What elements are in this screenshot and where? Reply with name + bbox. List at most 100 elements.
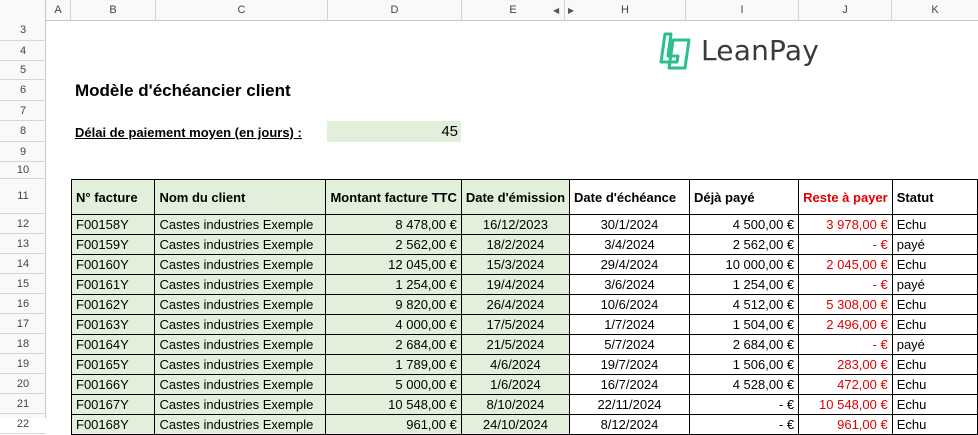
column-header-j[interactable]: J — [799, 0, 892, 20]
cell-date-echeance[interactable]: 22/11/2024 — [569, 394, 690, 415]
header-date-echeance[interactable]: Date d'échéance — [569, 179, 690, 215]
cell-reste-a-payer[interactable]: 472,00 € — [798, 374, 893, 395]
row-header[interactable]: 14 — [0, 254, 46, 274]
cell-montant[interactable]: 12 045,00 € — [325, 254, 462, 275]
delai-label[interactable]: Délai de paiement moyen (en jours) : — [75, 125, 302, 140]
cell-date-emission[interactable]: 4/6/2024 — [460, 354, 571, 375]
column-header-d[interactable]: D — [328, 0, 462, 20]
cell-statut[interactable]: Echu — [891, 374, 978, 395]
row-header[interactable]: 16 — [0, 294, 46, 314]
column-header-b[interactable]: B — [71, 0, 156, 20]
cell-date-echeance[interactable]: 29/4/2024 — [569, 254, 690, 275]
cell-nom-client[interactable]: Castes industries Exemple — [154, 254, 327, 275]
cell-reste-a-payer[interactable]: 2 496,00 € — [798, 314, 893, 335]
cell-deja-paye[interactable]: 10 000,00 € — [688, 254, 800, 275]
cell-deja-paye[interactable]: 1 504,00 € — [688, 314, 800, 335]
cell-date-echeance[interactable]: 3/6/2024 — [569, 274, 690, 295]
cell-montant[interactable]: 1 254,00 € — [325, 274, 462, 295]
cell-reste-a-payer[interactable]: 283,00 € — [798, 354, 893, 375]
cell-deja-paye[interactable]: 4 528,00 € — [688, 374, 800, 395]
cell-reste-a-payer[interactable]: 5 308,00 € — [798, 294, 893, 315]
cell-date-echeance[interactable]: 30/1/2024 — [569, 214, 690, 235]
cell-deja-paye[interactable]: 4 512,00 € — [688, 294, 800, 315]
cell-statut[interactable]: Echu — [891, 394, 978, 415]
cell-date-emission[interactable]: 26/4/2024 — [460, 294, 571, 315]
cell-montant[interactable]: 9 820,00 € — [325, 294, 462, 315]
cell-num-facture[interactable]: F00158Y — [70, 214, 156, 235]
cell-montant[interactable]: 2 684,00 € — [325, 334, 462, 355]
cell-date-emission[interactable]: 21/5/2024 — [460, 334, 571, 355]
cell-num-facture[interactable]: F00162Y — [70, 294, 156, 315]
header-reste-a-payer[interactable]: Reste à payer — [798, 179, 893, 215]
row-header[interactable]: 19 — [0, 354, 46, 374]
hidden-columns-right-arrow-icon[interactable]: ▶ — [568, 6, 574, 15]
cell-statut[interactable]: payé — [891, 334, 978, 355]
header-num-facture[interactable]: N° facture — [70, 179, 156, 215]
cell-date-emission[interactable]: 1/6/2024 — [460, 374, 571, 395]
cell-deja-paye[interactable]: - € — [688, 394, 800, 415]
cell-nom-client[interactable]: Castes industries Exemple — [154, 294, 327, 315]
cell-nom-client[interactable]: Castes industries Exemple — [154, 394, 327, 415]
cell-num-facture[interactable]: F00159Y — [70, 234, 156, 255]
cell-date-echeance[interactable]: 5/7/2024 — [569, 334, 690, 355]
cell-deja-paye[interactable]: 4 500,00 € — [688, 214, 800, 235]
cell-date-emission[interactable]: 8/10/2024 — [460, 394, 571, 415]
cell-num-facture[interactable]: F00161Y — [70, 274, 156, 295]
delai-value-cell[interactable]: 45 — [327, 121, 461, 142]
cell-num-facture[interactable]: F00164Y — [70, 334, 156, 355]
column-header-c[interactable]: C — [156, 0, 328, 20]
cell-montant[interactable]: 8 478,00 € — [325, 214, 462, 235]
cell-statut[interactable]: payé — [891, 274, 978, 295]
cell-montant[interactable]: 4 000,00 € — [325, 314, 462, 335]
row-header[interactable]: 7 — [0, 101, 46, 121]
cell-statut[interactable]: Echu — [891, 254, 978, 275]
row-header[interactable]: 11 — [0, 179, 46, 214]
cell-statut[interactable]: payé — [891, 234, 978, 255]
column-header-i[interactable]: I — [686, 0, 799, 20]
cell-deja-paye[interactable]: 2 684,00 € — [688, 334, 800, 355]
cell-deja-paye[interactable]: 1 254,00 € — [688, 274, 800, 295]
cell-num-facture[interactable]: F00160Y — [70, 254, 156, 275]
cell-num-facture[interactable]: F00163Y — [70, 314, 156, 335]
row-header[interactable]: 12 — [0, 214, 46, 234]
row-header[interactable]: 8 — [0, 121, 46, 142]
row-header[interactable]: 20 — [0, 374, 46, 394]
cell-nom-client[interactable]: Castes industries Exemple — [154, 374, 327, 395]
cell-montant[interactable]: 10 548,00 € — [325, 394, 462, 415]
cell-date-emission[interactable]: 19/4/2024 — [460, 274, 571, 295]
cell-statut[interactable]: Echu — [891, 354, 978, 375]
cell-reste-a-payer[interactable]: - € — [798, 334, 893, 355]
cell-date-emission[interactable]: 17/5/2024 — [460, 314, 571, 335]
row-header[interactable]: 18 — [0, 334, 46, 354]
cell-num-facture[interactable]: F00165Y — [70, 354, 156, 375]
cell-montant[interactable]: 2 562,00 € — [325, 234, 462, 255]
row-header[interactable]: 21 — [0, 394, 46, 414]
cell-deja-paye[interactable]: 1 506,00 € — [688, 354, 800, 375]
hidden-columns-left-arrow-icon[interactable]: ◀ — [553, 6, 559, 15]
cell-date-echeance[interactable]: 16/7/2024 — [569, 374, 690, 395]
column-header-k[interactable]: K — [892, 0, 978, 20]
cell-nom-client[interactable]: Castes industries Exemple — [154, 334, 327, 355]
cell-statut[interactable]: Echu — [891, 214, 978, 235]
column-header-h[interactable]: H — [565, 0, 686, 20]
cell-nom-client[interactable]: Castes industries Exemple — [154, 354, 327, 375]
cell-date-echeance[interactable]: 19/7/2024 — [569, 354, 690, 375]
row-header[interactable]: 22 — [0, 414, 46, 434]
cell-montant[interactable]: 1 789,00 € — [325, 354, 462, 375]
cell-reste-a-payer[interactable]: 10 548,00 € — [798, 394, 893, 415]
header-statut[interactable]: Statut — [891, 179, 978, 215]
row-header[interactable]: 9 — [0, 142, 46, 162]
row-header[interactable]: 13 — [0, 234, 46, 254]
cell-deja-paye[interactable]: 2 562,00 € — [688, 234, 800, 255]
row-header[interactable]: 4 — [0, 41, 46, 61]
header-montant[interactable]: Montant facture TTC — [325, 179, 462, 215]
cell-nom-client[interactable]: Castes industries Exemple — [154, 314, 327, 335]
row-header[interactable]: 15 — [0, 274, 46, 294]
header-deja-paye[interactable]: Déjà payé — [688, 179, 800, 215]
cell-statut[interactable]: Echu — [891, 294, 978, 315]
row-header[interactable]: 17 — [0, 314, 46, 334]
cell-reste-a-payer[interactable]: - € — [798, 274, 893, 295]
column-header-e[interactable]: E — [462, 0, 565, 20]
cell-date-echeance[interactable]: 10/6/2024 — [569, 294, 690, 315]
cell-num-facture[interactable]: F00167Y — [70, 394, 156, 415]
